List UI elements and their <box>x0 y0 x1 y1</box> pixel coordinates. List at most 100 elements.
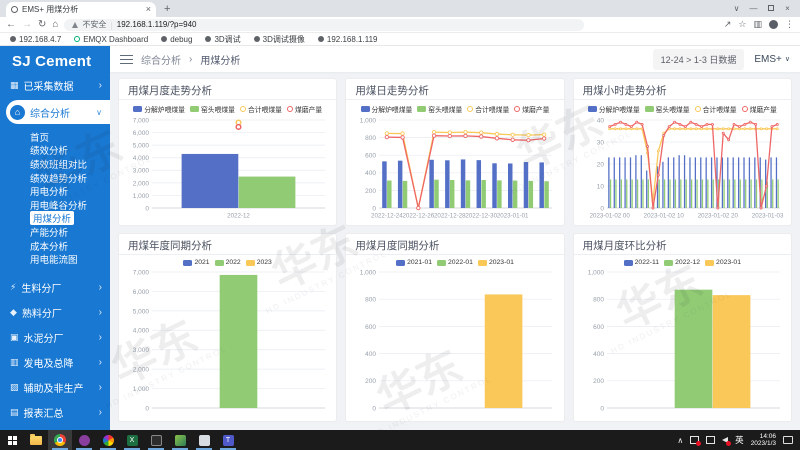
sidebar-section-item[interactable]: ⚡生料分厂› <box>0 275 110 300</box>
window-maximize-button[interactable] <box>762 4 779 13</box>
sidebar-section-item[interactable]: ◆熟料分厂› <box>0 300 110 325</box>
legend-item[interactable]: 分解炉喂煤量 <box>361 104 413 114</box>
tab-close-icon[interactable]: × <box>146 5 151 14</box>
bookmark-item[interactable]: 192.168.4.7 <box>10 35 61 44</box>
date-range-button[interactable]: 12-24 > 1-3 日数据 <box>653 49 745 70</box>
chart-plot[interactable]: 02004006008001,000 <box>352 267 557 415</box>
legend-item[interactable]: 合计喂煤量 <box>695 104 737 114</box>
legend-item[interactable]: 煤磨产量 <box>742 104 777 114</box>
legend-item[interactable]: 2023 <box>246 259 272 266</box>
legend-item[interactable]: 2022-01 <box>437 259 473 266</box>
sidebar-subitem[interactable]: 绩效趋势分析 <box>0 171 110 185</box>
sidebar-item-collected-data[interactable]: ▦ 已采集数据 › <box>0 74 110 96</box>
legend-item[interactable]: 2022 <box>215 259 241 266</box>
sidebar-subitem[interactable]: 成本分析 <box>0 239 110 253</box>
bookmark-star-icon[interactable]: ☆ <box>738 19 746 30</box>
volume-muted-icon[interactable] <box>722 437 728 443</box>
chart-plot[interactable]: 01,0002,0003,0004,0005,0006,0007,0002022… <box>125 115 330 221</box>
user-menu[interactable]: EMS+ ∨ <box>754 54 790 65</box>
color-wheel-app-icon[interactable] <box>96 430 120 450</box>
sidebar-subitem[interactable]: 绩效班组对比 <box>0 157 110 171</box>
sidebar-section-item[interactable]: ▤报表汇总› <box>0 400 110 425</box>
legend-item[interactable]: 合计喂煤量 <box>467 104 509 114</box>
forward-icon[interactable]: → <box>22 20 32 30</box>
image-viewer-icon[interactable] <box>168 430 192 450</box>
tab-search-chevron-icon[interactable]: ∨ <box>728 4 745 13</box>
legend-item[interactable]: 合计喂煤量 <box>240 104 282 114</box>
chart-plot[interactable]: 02004006008001,0002022-12-242022-12-2620… <box>352 115 557 221</box>
legend-item[interactable]: 2021-01 <box>396 259 432 266</box>
security-label[interactable]: 不安全 <box>82 19 106 30</box>
side-panel-icon[interactable]: ▥ <box>753 19 762 30</box>
sidebar-section-item[interactable]: ▣水泥分厂› <box>0 325 110 350</box>
bookmark-item[interactable]: EMQX Dashboard <box>74 35 148 44</box>
tray-app-icon[interactable] <box>690 436 699 444</box>
sidebar-section-item[interactable]: ▥发电及总降› <box>0 350 110 375</box>
purple-app-icon[interactable] <box>72 430 96 450</box>
bookmark-item[interactable]: 192.168.1.119 <box>318 35 378 44</box>
sidebar-subitem-label: 绩效班组对比 <box>30 157 87 171</box>
legend-item[interactable]: 2022-11 <box>624 259 659 266</box>
ime-indicator[interactable]: 英 <box>735 434 744 446</box>
bookmark-item[interactable]: debug <box>161 35 192 44</box>
legend-item[interactable]: 窑头喂煤量 <box>190 104 235 114</box>
legend-item[interactable]: 窑头喂煤量 <box>645 104 690 114</box>
chevron-right-icon: › <box>99 332 102 343</box>
window-minimize-button[interactable]: — <box>745 4 762 13</box>
legend-item[interactable]: 分解炉喂煤量 <box>133 104 185 114</box>
sidebar-subitem[interactable]: 用电能流图 <box>0 252 110 266</box>
sidebar-subitem[interactable]: 用电峰谷分析 <box>0 198 110 212</box>
sidebar-subitem[interactable]: 用煤分析 <box>0 212 110 226</box>
legend-item[interactable]: 2023-01 <box>478 259 514 266</box>
browser-menu-kebab-icon[interactable]: ⋮ <box>785 19 794 30</box>
sidebar-subitem[interactable]: 首页 <box>0 130 110 144</box>
chart-plot[interactable]: 01,0002,0003,0004,0005,0006,0007,000 <box>125 267 330 415</box>
svg-text:7,000: 7,000 <box>133 269 150 276</box>
back-icon[interactable]: ← <box>6 20 16 30</box>
chrome-icon[interactable] <box>48 430 72 450</box>
browser-tab[interactable]: EMS+ 用煤分析 × <box>6 2 156 17</box>
new-tab-button[interactable]: + <box>164 2 170 17</box>
teams-icon[interactable] <box>216 430 240 450</box>
legend-bar-marker <box>478 260 487 266</box>
tray-display-icon[interactable] <box>706 436 715 444</box>
url-bar[interactable]: 不安全 | 192.168.1.119/?p=940 <box>64 19 584 31</box>
legend-label: 窑头喂煤量 <box>656 104 690 114</box>
svg-text:600: 600 <box>366 324 377 331</box>
window-close-button[interactable]: × <box>779 4 796 13</box>
terminal-icon[interactable] <box>144 430 168 450</box>
database-icon: ▦ <box>10 80 19 91</box>
breadcrumb-parent[interactable]: 综合分析 <box>141 52 181 67</box>
legend-item[interactable]: 分解炉喂煤量 <box>588 104 640 114</box>
sidebar-subitem[interactable]: 用电分析 <box>0 184 110 198</box>
legend-item[interactable]: 煤磨产量 <box>514 104 549 114</box>
chart-plot[interactable]: 02004006008001,000 <box>580 267 785 415</box>
menu-toggle-icon[interactable] <box>120 54 133 65</box>
sidebar-subitem[interactable]: 产能分析 <box>0 225 110 239</box>
profile-avatar[interactable] <box>769 20 778 29</box>
taskbar-clock[interactable]: 14:06 2023/1/3 <box>751 433 776 448</box>
legend-item[interactable]: 2021 <box>183 259 209 266</box>
sidebar-subitem[interactable]: 绩效分析 <box>0 144 110 158</box>
legend-item[interactable]: 2023-01 <box>705 259 741 266</box>
windows-start-button[interactable] <box>0 430 24 450</box>
bookmark-item[interactable]: 3D调试 <box>205 34 240 45</box>
reload-icon[interactable]: ↻ <box>38 20 46 30</box>
sidebar-section-label: 生料分厂 <box>21 280 61 295</box>
notes-app-icon[interactable] <box>192 430 216 450</box>
sidebar-item-comprehensive-analysis[interactable]: ⌂ 综合分析 ∨ <box>6 100 110 124</box>
tray-expand-icon[interactable]: ∧ <box>677 436 683 445</box>
legend-item[interactable]: 煤磨产量 <box>287 104 322 114</box>
sidebar-section-item[interactable]: ▨辅助及非生产› <box>0 375 110 400</box>
chart-plot[interactable]: 0102030402023-01-02 002023-01-02 102023-… <box>580 115 785 221</box>
share-icon[interactable]: ↗ <box>724 19 732 30</box>
bookmark-item[interactable]: 3D调试摄像 <box>254 34 305 45</box>
file-explorer-icon[interactable] <box>24 430 48 450</box>
home-icon[interactable]: ⌂ <box>52 20 58 30</box>
excel-icon[interactable] <box>120 430 144 450</box>
url-text[interactable]: 192.168.1.119/?p=940 <box>117 20 197 29</box>
chart-card-monthly-yoy: 用煤月度同期分析 2021-012022-012023-010200400600… <box>345 233 564 422</box>
legend-item[interactable]: 窑头喂煤量 <box>417 104 462 114</box>
notification-center-icon[interactable] <box>783 436 793 444</box>
legend-item[interactable]: 2022-12 <box>664 259 700 266</box>
